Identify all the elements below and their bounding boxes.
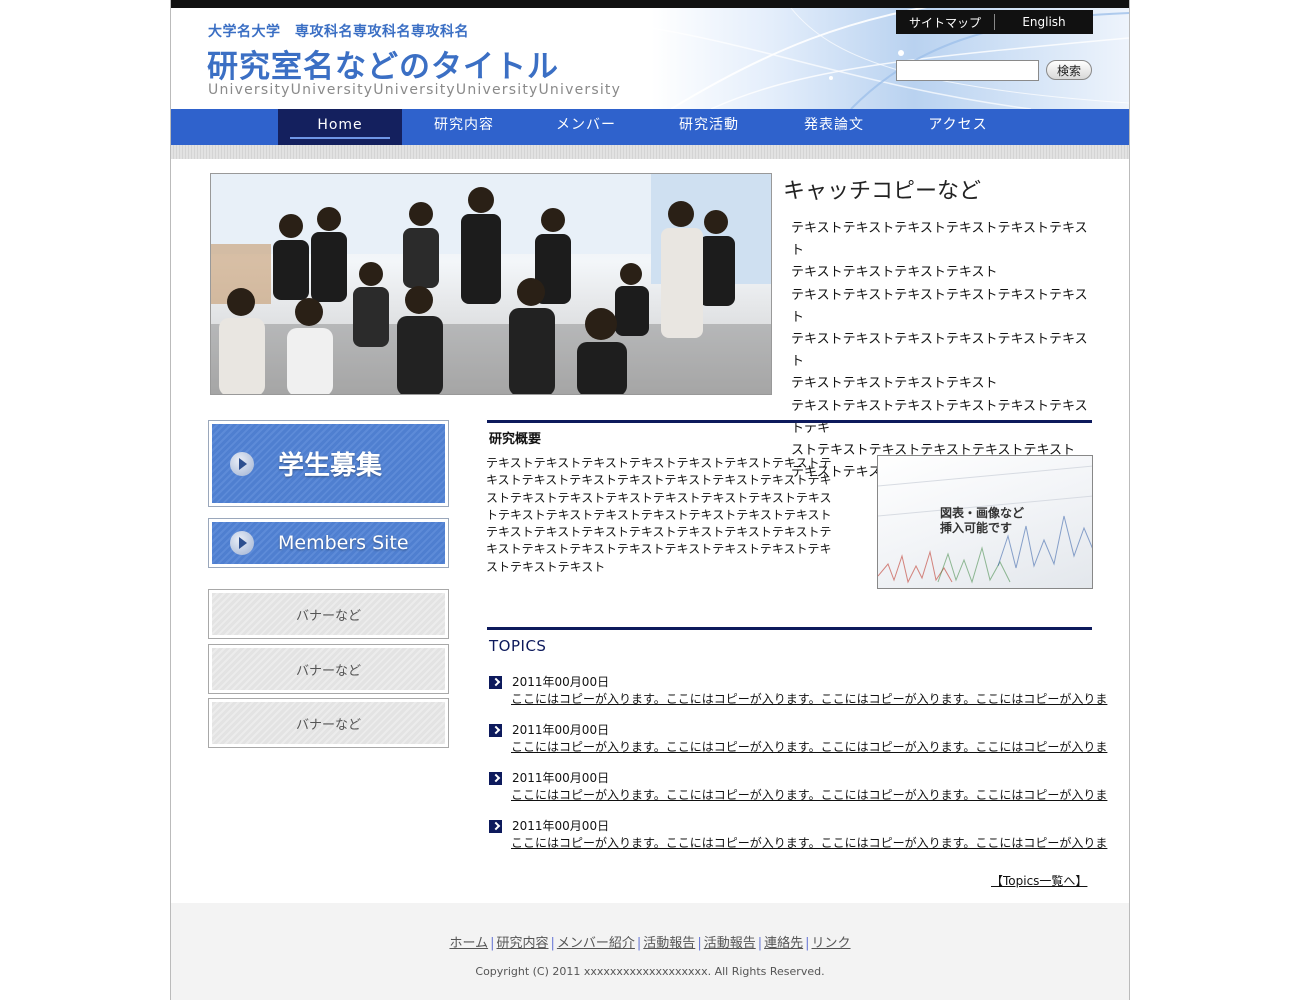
catch-copy: キャッチコピーなど: [783, 179, 982, 204]
nav-item-members[interactable]: メンバー: [524, 109, 648, 145]
recruit-banner-body: 学生募集: [212, 424, 445, 503]
global-nav: Home 研究内容 メンバー 研究活動 発表論文 アクセス: [171, 109, 1129, 145]
overview-text-line: トテキストテキストテキストテキストテキストテキストテキスト: [486, 507, 832, 522]
chevron-right-icon: [489, 772, 502, 785]
play-arrow-icon: [230, 531, 254, 555]
catch-text-line: テキストテキストテキストテキストテキストテキストテキ: [791, 398, 1088, 436]
recruit-banner-label: 学生募集: [278, 451, 383, 481]
section-rule: [487, 420, 1092, 423]
topic-date: 2011年00月00日: [512, 723, 610, 737]
overview-text-line: キストテキストテキストテキストテキストテキストテキストテキ: [486, 542, 832, 557]
nav-shadow-stripe: [171, 145, 1129, 159]
catch-text-line: テキストテキストテキストテキストテキストテキスト: [791, 221, 1088, 259]
page-container: 大学名大学 専攻科名専攻科名専攻科名 研究室名などのタイトル Universit…: [170, 0, 1130, 1000]
recruit-banner[interactable]: 学生募集: [208, 420, 449, 507]
footer-divider: |: [636, 936, 642, 951]
english-link[interactable]: English: [995, 15, 1093, 29]
topic-date: 2011年00月00日: [512, 771, 610, 785]
footer-link-research[interactable]: 研究内容: [496, 936, 548, 951]
nav-item-home[interactable]: Home: [278, 109, 402, 145]
overview-heading: 研究概要: [489, 432, 542, 447]
banner-slot[interactable]: バナーなど: [208, 644, 449, 694]
overview-text-line: ストテキストテキスト: [486, 559, 606, 574]
play-arrow-icon: [230, 451, 254, 476]
nav-item-access[interactable]: アクセス: [896, 109, 1020, 145]
footer-link-report-2[interactable]: 活動報告: [704, 936, 756, 951]
footer-divider: |: [805, 936, 810, 951]
hero-group-photo: [210, 173, 772, 395]
copyright: Copyright (C) 2011 xxxxxxxxxxxxxxxxxxx. …: [475, 965, 825, 978]
catch-text-line: テキストテキストテキストテキスト: [791, 376, 998, 392]
footer-link-contact[interactable]: 連絡先: [764, 936, 803, 951]
catch-text-line: テキストテキストテキストテキスト: [791, 265, 998, 281]
topic-link[interactable]: ここにはコピーが入ります。ここにはコピーが入ります。ここにはコピーが入ります。こ…: [511, 786, 1107, 803]
top-bar: [171, 0, 1129, 8]
university-name-en: UniversityUniversityUniversityUniversity…: [208, 82, 622, 98]
topic-date: 2011年00月00日: [512, 675, 610, 689]
members-banner-body: Members Site: [212, 522, 445, 564]
nav-item-activities[interactable]: 研究活動: [647, 109, 771, 145]
topic-link[interactable]: ここにはコピーが入ります。ここにはコピーが入ります。ここにはコピーが入ります。こ…: [511, 690, 1107, 707]
banner-slot[interactable]: バナーなど: [208, 589, 449, 639]
footer-divider: |: [757, 936, 763, 951]
topic-link[interactable]: ここにはコピーが入ります。ここにはコピーが入ります。ここにはコピーが入ります。こ…: [511, 834, 1107, 851]
chevron-right-icon: [489, 676, 502, 689]
nav-item-research[interactable]: 研究内容: [402, 109, 526, 145]
chevron-right-icon: [489, 820, 502, 833]
catch-text-line: テキストテキストテキストテキストテキストテキスト: [791, 287, 1088, 325]
footer-divider: |: [550, 936, 555, 951]
banner-slot-label: バナーなど: [212, 648, 445, 690]
search-input[interactable]: [896, 60, 1039, 81]
members-site-banner[interactable]: Members Site: [208, 518, 449, 568]
footer-link-home[interactable]: ホーム: [449, 936, 488, 951]
footer-link-members[interactable]: メンバー紹介: [557, 936, 635, 951]
footer-divider: |: [490, 936, 495, 951]
overview-figure: 図表・画像など 挿入可能です: [877, 455, 1093, 589]
overview-text-line: テキストテキストテキストテキストテキストテキストテキストテ: [486, 456, 832, 470]
overview-text-line: テキストテキストテキストテキストテキストテキストテキストテ: [486, 525, 832, 540]
footer-link-report[interactable]: 活動報告: [643, 936, 695, 951]
topic-link[interactable]: ここにはコピーが入ります。ここにはコピーが入ります。ここにはコピーが入ります。こ…: [511, 738, 1107, 755]
search-button[interactable]: 検索: [1046, 60, 1092, 80]
site-footer: ホーム | 研究内容 | メンバー紹介 | 活動報告 | 活動報告 | 連絡先 | リンク Copyri…: [171, 903, 1129, 1000]
university-name: 大学名大学 専攻科名専攻科名専攻科名: [208, 24, 469, 40]
banner-slot-label: バナーなど: [212, 702, 445, 744]
banner-slot[interactable]: バナーなど: [208, 698, 449, 748]
figure-label: 図表・画像など 挿入可能です: [940, 506, 1025, 535]
section-rule: [487, 627, 1092, 630]
members-banner-label: Members Site: [278, 532, 409, 554]
chevron-right-icon: [489, 724, 502, 737]
overview-text-line: キストテキストテキストテキストテキストテキストテキストテキ: [486, 473, 832, 488]
sitemap-link[interactable]: サイトマップ: [896, 14, 994, 31]
footer-divider: |: [697, 936, 702, 951]
overview-text: テキストテキストテキストテキストテキストテキストテキストテ キストテキストテキス…: [486, 455, 836, 576]
catch-text: テキストテキストテキストテキストテキストテキスト テキストテキストテキストテキス…: [791, 218, 1091, 484]
overview-text-line: ストテキストテキストテキストテキストテキストテキストテキス: [486, 490, 832, 505]
banner-slot-label: バナーなど: [212, 593, 445, 635]
topics-more-link[interactable]: 【Topics一覧へ】: [991, 872, 1087, 889]
utility-links: サイトマップ English: [896, 10, 1093, 34]
footer-links: ホーム | 研究内容 | メンバー紹介 | 活動報告 | 活動報告 | 連絡先 | リンク: [171, 932, 1129, 951]
nav-item-papers[interactable]: 発表論文: [772, 109, 896, 145]
site-title[interactable]: 研究室名などのタイトル: [207, 41, 559, 86]
footer-link-links[interactable]: リンク: [812, 936, 851, 951]
site-header: 大学名大学 専攻科名専攻科名専攻科名 研究室名などのタイトル Universit…: [171, 8, 1129, 109]
topics-heading: TOPICS: [489, 637, 547, 655]
topic-date: 2011年00月00日: [512, 819, 610, 833]
catch-text-line: テキストテキストテキストテキストテキストテキスト: [791, 332, 1088, 370]
